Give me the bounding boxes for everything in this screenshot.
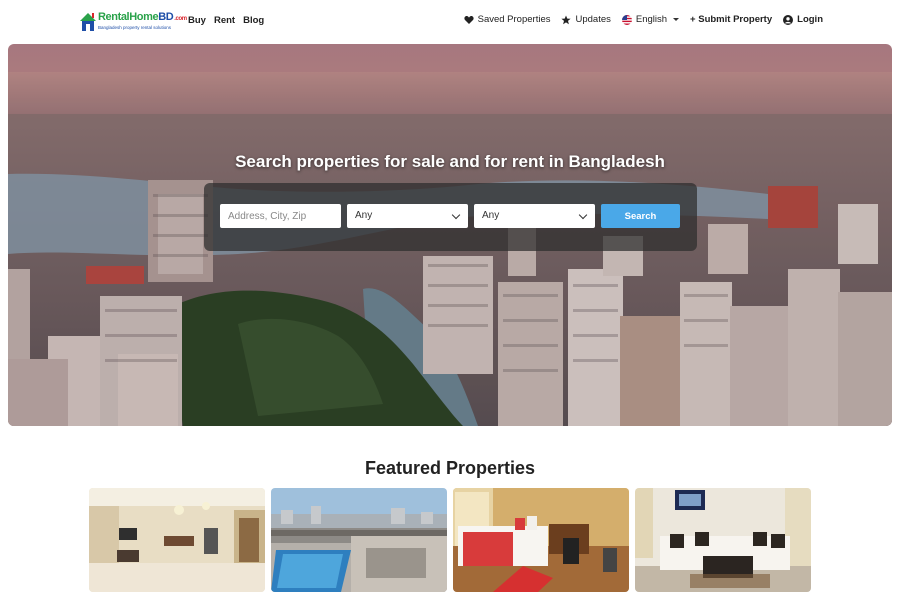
updates-label: Updates <box>575 14 611 25</box>
hero-banner: Search properties for sale and for rent … <box>8 44 892 426</box>
submit-property-link[interactable]: + Submit Property <box>690 14 772 25</box>
saved-properties-label: Saved Properties <box>477 14 551 25</box>
logo-tagline: Bangladesh property rental solutions <box>98 25 172 30</box>
living-room-photo <box>89 488 265 592</box>
site-header: RentalHomeBD.com Bangladesh property ren… <box>0 0 900 44</box>
featured-properties-title: Featured Properties <box>364 458 536 478</box>
user-circle-icon <box>783 14 794 25</box>
search-button[interactable]: Search <box>601 204 680 228</box>
chevron-down-icon <box>451 210 461 220</box>
property-type-select[interactable]: Any <box>347 204 468 228</box>
chevron-down-icon <box>578 210 588 220</box>
us-flag-icon <box>621 14 632 25</box>
language-dropdown[interactable]: English <box>621 14 680 25</box>
bedroom-photo <box>453 488 629 592</box>
house-logo-icon <box>80 13 96 31</box>
location-search-input[interactable] <box>220 204 341 228</box>
property-card-living-room[interactable] <box>89 488 265 592</box>
login-label: Login <box>797 14 823 25</box>
user-nav: Saved Properties Updates English + Submi… <box>453 14 823 25</box>
hero-title: Search properties for sale and for rent … <box>235 152 665 171</box>
nav-rent-link[interactable]: Rent <box>214 15 235 26</box>
listing-type-value: Any <box>482 210 500 221</box>
listing-type-select[interactable]: Any <box>474 204 595 228</box>
lounge-photo <box>635 488 811 592</box>
search-panel: Any Any Search <box>204 183 697 251</box>
submit-property-label: + Submit Property <box>690 14 773 25</box>
caret-down-icon <box>673 18 680 21</box>
logo-wordmark: RentalHomeBD.com <box>98 11 187 23</box>
site-logo[interactable]: RentalHomeBD.com Bangladesh property ren… <box>79 10 187 34</box>
saved-properties-link[interactable]: Saved Properties <box>464 14 551 25</box>
nav-blog-link[interactable]: Blog <box>243 15 264 26</box>
login-link[interactable]: Login <box>783 14 823 25</box>
property-type-value: Any <box>355 210 373 221</box>
updates-link[interactable]: Updates <box>561 14 611 25</box>
property-card-lounge[interactable] <box>635 488 811 592</box>
star-icon <box>561 15 572 24</box>
property-card-bedroom[interactable] <box>453 488 629 592</box>
featured-properties-list <box>89 488 811 592</box>
main-nav: Buy Rent Blog <box>188 15 264 26</box>
rooftop-pool-photo <box>271 488 447 592</box>
heart-icon <box>464 15 474 24</box>
language-label: English <box>635 14 668 25</box>
nav-buy-link[interactable]: Buy <box>188 15 206 26</box>
property-card-rooftop-pool[interactable] <box>271 488 447 592</box>
